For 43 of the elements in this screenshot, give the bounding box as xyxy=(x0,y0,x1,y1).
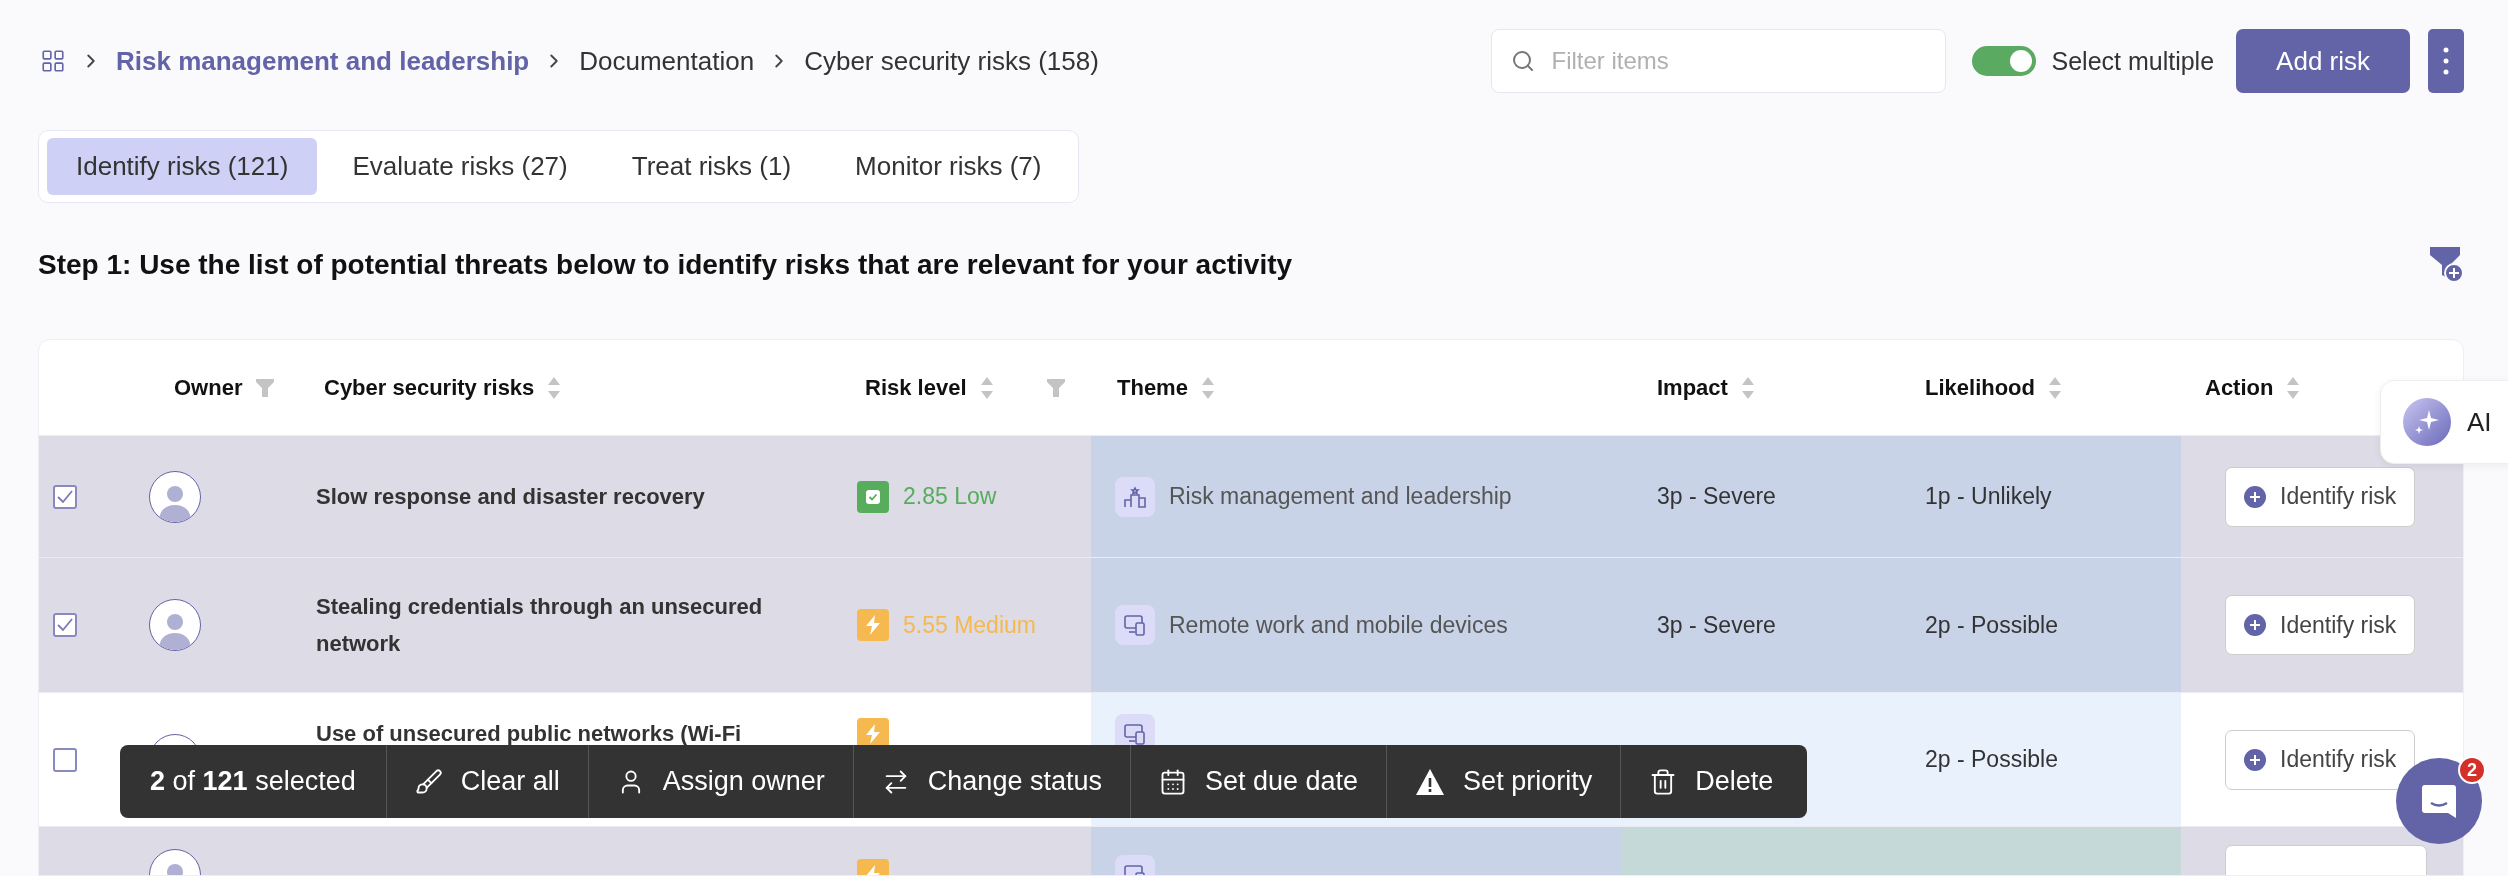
identify-risk-button[interactable]: Identify risk xyxy=(2225,729,2416,790)
bulk-action-button[interactable]: Assign owner xyxy=(588,745,854,818)
step-instruction: Step 1: Use the list of potential threats below to identify risks that are relevant for your activity xyxy=(38,249,1293,282)
risk-level: 2.85 Low xyxy=(903,483,997,511)
bulk-action-button[interactable]: Change status xyxy=(853,745,1131,818)
breadcrumb-link[interactable]: Risk management and leadership xyxy=(116,45,530,77)
notification-badge: 2 xyxy=(2458,756,2486,784)
likelihood-value: 1p - Unlikely xyxy=(1925,483,2052,511)
tab[interactable]: Monitor risks (7) xyxy=(826,138,1071,195)
identify-risk-button[interactable]: Identify risk xyxy=(2225,466,2416,527)
column-header: Impact xyxy=(1657,374,1728,401)
ai-button[interactable]: AI xyxy=(2380,380,2508,464)
risk-name: Slow response and disaster recovery xyxy=(316,483,706,512)
likelihood-value: 2p - Possible xyxy=(1925,611,2058,639)
column-header: Owner xyxy=(174,374,243,401)
bulk-action-button[interactable]: Delete xyxy=(1621,745,1802,818)
column-header: Risk level xyxy=(865,374,967,401)
bulk-action-button[interactable]: Set due date xyxy=(1130,745,1388,818)
column-header: Action xyxy=(2205,374,2274,401)
breadcrumb-item: Cyber security risks (158) xyxy=(804,45,1099,77)
column-header: Likelihood xyxy=(1925,374,2035,401)
tab[interactable]: Identify risks (121) xyxy=(47,138,318,195)
add-risk-button[interactable]: Add risk xyxy=(2236,29,2410,93)
tab[interactable]: Treat risks (1) xyxy=(602,138,821,195)
risk-level: 5.55 Medium xyxy=(903,611,1036,639)
likelihood-value: 2p - Possible xyxy=(1925,746,2058,774)
table-row[interactable]: Stealing credentials through an unsecured network 5.55 Medium Remote work and mobile devices 3p - Severe 2p - Possible Identify risk xyxy=(39,557,2463,693)
search-field[interactable]: Filter items xyxy=(1490,29,1946,93)
impact-value: 3p - Severe xyxy=(1657,483,1776,511)
theme-name: Remote work and mobile devices xyxy=(1169,611,1508,639)
bulk-action-button[interactable]: Clear all xyxy=(386,745,589,818)
column-header: Cyber security risks xyxy=(324,374,535,401)
column-header: Theme xyxy=(1117,374,1188,401)
toggle-label: Select multiple xyxy=(2051,46,2215,76)
risk-name: Stealing credentials through an unsecured network xyxy=(316,593,764,659)
bulk-action-button[interactable]: Set priority xyxy=(1387,745,1622,818)
selection-count: 2 of 121 selected xyxy=(150,766,356,797)
impact-value: 3p - Severe xyxy=(1657,611,1776,639)
breadcrumb-item: Documentation xyxy=(579,45,755,77)
table-row[interactable]: Slow response and disaster recovery 2.85 Low Risk management and leadership 3p - Severe 1p - Unlikely Identify risk xyxy=(39,435,2463,558)
theme-name: Risk management and leadership xyxy=(1169,483,1512,511)
tab[interactable]: Evaluate risks (27) xyxy=(323,138,597,195)
identify-risk-button[interactable]: Identify risk xyxy=(2225,595,2416,656)
